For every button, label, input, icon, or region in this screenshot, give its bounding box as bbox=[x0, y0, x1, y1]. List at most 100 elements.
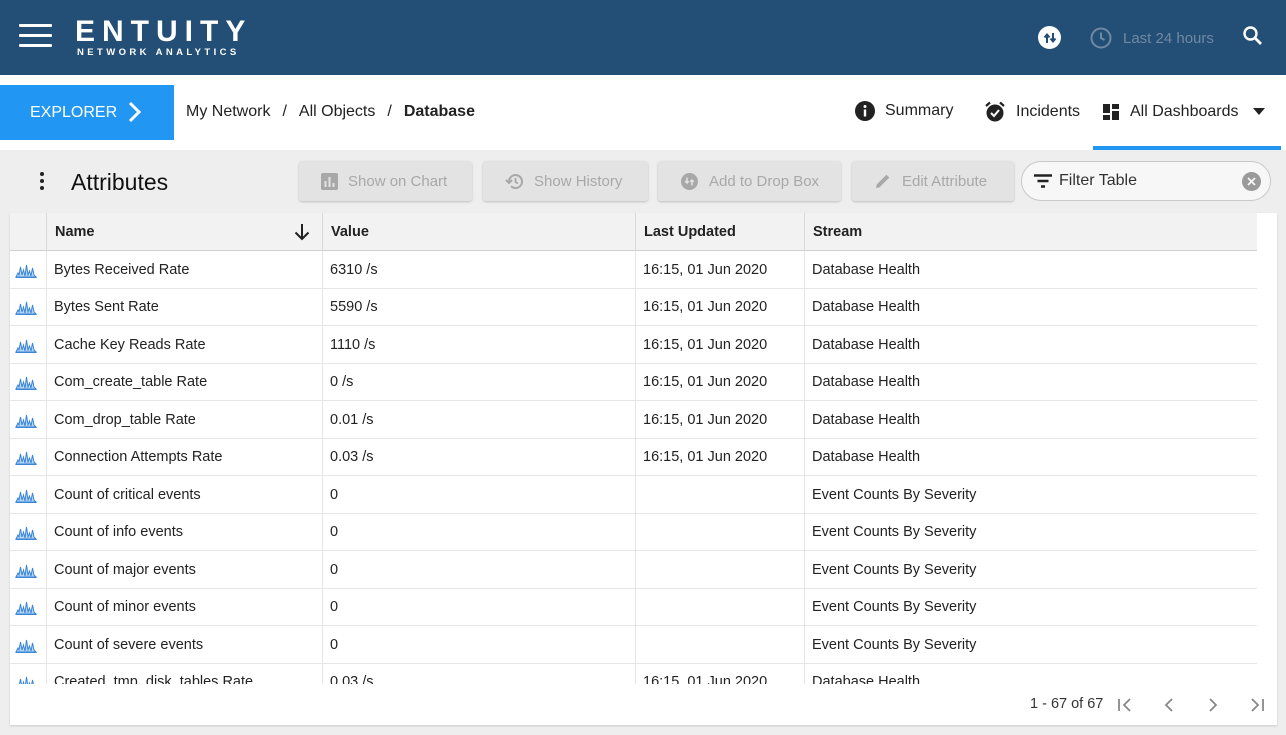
cell-name: Com_create_table Rate bbox=[47, 363, 323, 401]
cell-value: 1110 /s bbox=[323, 326, 636, 364]
table-row[interactable]: Created_tmp_disk_tables Rate 0.03 /s 16:15… bbox=[10, 663, 1257, 684]
sync-icon[interactable] bbox=[1038, 26, 1061, 49]
sparkline-chart-icon[interactable] bbox=[15, 637, 37, 653]
row-chart-icon-cell bbox=[10, 401, 47, 439]
caret-down-icon bbox=[1252, 108, 1265, 115]
cell-stream: Event Counts By Severity bbox=[812, 561, 977, 578]
column-header-stream[interactable]: Stream bbox=[805, 213, 1257, 251]
entuity-logo: ENTUITY NETWORK ANALYTICS bbox=[75, 17, 252, 58]
row-chart-icon-cell bbox=[10, 363, 47, 401]
sparkline-chart-icon[interactable] bbox=[15, 562, 37, 578]
sparkline-chart-icon[interactable] bbox=[15, 599, 37, 616]
sparkline-chart-icon[interactable] bbox=[15, 449, 37, 466]
explorer-button[interactable]: EXPLORER bbox=[0, 85, 174, 140]
all-dashboards-dropdown[interactable]: All Dashboards bbox=[1093, 75, 1281, 150]
sparkline-chart-icon[interactable] bbox=[15, 412, 37, 428]
filter-table-input[interactable] bbox=[1059, 170, 1239, 192]
dashboard-icon bbox=[1103, 104, 1119, 120]
table-row[interactable]: Count of info events 0 Event Counts By Sev… bbox=[10, 513, 1257, 551]
cell-value: 0.01 /s bbox=[323, 401, 636, 439]
cell-value: 5590 /s bbox=[323, 288, 636, 326]
column-header-last-updated[interactable]: Last Updated bbox=[636, 213, 805, 251]
chart-icon bbox=[321, 172, 338, 190]
table-row[interactable]: Connection Attempts Rate 0.03 /s 16:15, 01… bbox=[10, 438, 1257, 476]
sparkline-chart-icon[interactable] bbox=[15, 262, 37, 278]
cell-name: Count of minor events bbox=[47, 588, 323, 626]
previous-page-icon[interactable] bbox=[1158, 694, 1180, 716]
cell-last-updated: 16:15, 01 Jun 2020 bbox=[636, 438, 805, 476]
cell-stream: Event Counts By Severity bbox=[812, 524, 977, 541]
add-to-drop-box-button[interactable]: Add to Drop Box bbox=[658, 161, 841, 201]
sparkline-chart-icon[interactable] bbox=[15, 524, 37, 541]
cell-value: 0.03 /s bbox=[323, 438, 636, 476]
first-page-icon[interactable] bbox=[1114, 694, 1136, 716]
table-row[interactable]: Count of severe events 0 Event Counts By S… bbox=[10, 626, 1257, 664]
breadcrumb-all-objects[interactable]: All Objects bbox=[299, 103, 375, 121]
edit-attribute-button[interactable]: Edit Attribute bbox=[852, 161, 1014, 201]
column-header-stream-label: Stream bbox=[813, 224, 863, 240]
table-row[interactable]: Com_drop_table Rate 0.01 /s 16:15, 01 Jun … bbox=[10, 401, 1257, 439]
row-chart-icon-cell bbox=[10, 288, 47, 326]
breadcrumb: My Network / All Objects / Database bbox=[186, 103, 475, 121]
clear-filter-icon[interactable] bbox=[1242, 172, 1261, 191]
sort-descending-icon bbox=[294, 224, 310, 241]
cell-last-updated: 16:15, 01 Jun 2020 bbox=[636, 363, 805, 401]
sparkline-chart-icon[interactable] bbox=[15, 374, 37, 391]
cell-stream: Event Counts By Severity bbox=[812, 599, 977, 616]
cell-name: Com_drop_table Rate bbox=[47, 401, 323, 439]
cell-stream: Event Counts By Severity bbox=[812, 486, 977, 503]
menu-icon[interactable] bbox=[19, 24, 52, 48]
breadcrumb-my-network[interactable]: My Network bbox=[186, 103, 270, 121]
page-title: Attributes bbox=[71, 169, 169, 195]
summary-tab[interactable]: Summary bbox=[855, 101, 953, 121]
cell-value: 0 bbox=[323, 588, 636, 626]
cell-last-updated bbox=[636, 476, 805, 514]
cell-name: Count of major events bbox=[47, 551, 323, 589]
summary-label: Summary bbox=[885, 102, 954, 119]
cell-stream: Event Counts By Severity bbox=[812, 636, 977, 653]
cell-value: 0 bbox=[323, 551, 636, 589]
show-history-button[interactable]: Show History bbox=[483, 161, 648, 201]
cell-name: Created_tmp_disk_tables Rate bbox=[47, 663, 323, 684]
search-icon[interactable] bbox=[1241, 24, 1265, 48]
column-header-name[interactable]: Name bbox=[47, 213, 323, 251]
sparkline-chart-icon[interactable] bbox=[15, 674, 37, 684]
cell-name: Bytes Sent Rate bbox=[47, 288, 323, 326]
column-header-last-updated-label: Last Updated bbox=[644, 224, 736, 240]
sparkline-chart-icon[interactable] bbox=[15, 337, 37, 353]
sparkline-chart-icon[interactable] bbox=[15, 487, 37, 503]
row-chart-icon-cell bbox=[10, 251, 47, 289]
row-chart-icon-cell bbox=[10, 513, 47, 551]
cell-name: Count of critical events bbox=[47, 476, 323, 514]
row-chart-icon-cell bbox=[10, 551, 47, 589]
incidents-tab[interactable]: Incidents bbox=[984, 101, 1080, 123]
cell-name: Connection Attempts Rate bbox=[47, 438, 323, 476]
attributes-table: Name Value Last Updated Stream Bytes Rec… bbox=[10, 213, 1277, 725]
breadcrumb-database: Database bbox=[403, 103, 475, 120]
logo-main: ENTUITY bbox=[75, 15, 253, 48]
last-page-icon[interactable] bbox=[1246, 694, 1268, 716]
table-row[interactable]: Count of major events 0 Event Counts By Se… bbox=[10, 551, 1257, 589]
filter-icon bbox=[1034, 174, 1052, 188]
table-row[interactable]: Count of minor events 0 Event Counts By Se… bbox=[10, 588, 1257, 626]
cell-value: 0 bbox=[323, 626, 636, 664]
next-page-icon[interactable] bbox=[1202, 694, 1224, 716]
explorer-label: EXPLORER bbox=[30, 103, 118, 121]
cell-last-updated: 16:15, 01 Jun 2020 bbox=[636, 663, 805, 684]
sparkline-chart-icon[interactable] bbox=[15, 299, 37, 316]
column-header-value[interactable]: Value bbox=[323, 213, 636, 251]
show-on-chart-button[interactable]: Show on Chart bbox=[299, 161, 472, 201]
table-row[interactable]: Com_create_table Rate 0 /s 16:15, 01 Jun 2… bbox=[10, 363, 1257, 401]
time-range-selector[interactable]: Last 24 hours bbox=[1090, 26, 1214, 50]
table-row[interactable]: Count of critical events 0 Event Counts By… bbox=[10, 476, 1257, 514]
pagination: 1 - 67 of 67 bbox=[10, 684, 1277, 725]
header-icon-column bbox=[10, 213, 47, 251]
cell-last-updated: 16:15, 01 Jun 2020 bbox=[636, 401, 805, 439]
info-icon bbox=[855, 101, 875, 121]
logo-sub: NETWORK ANALYTICS bbox=[77, 47, 240, 58]
breadcrumb-separator: / bbox=[282, 103, 287, 120]
table-row[interactable]: Cache Key Reads Rate 1110 /s 16:15, 01 Jun… bbox=[10, 326, 1257, 364]
table-row[interactable]: Bytes Sent Rate 5590 /s 16:15, 01 Jun 2020… bbox=[10, 288, 1257, 326]
more-options-icon[interactable] bbox=[36, 172, 48, 192]
table-row[interactable]: Bytes Received Rate 6310 /s 16:15, 01 Jun … bbox=[10, 251, 1257, 289]
